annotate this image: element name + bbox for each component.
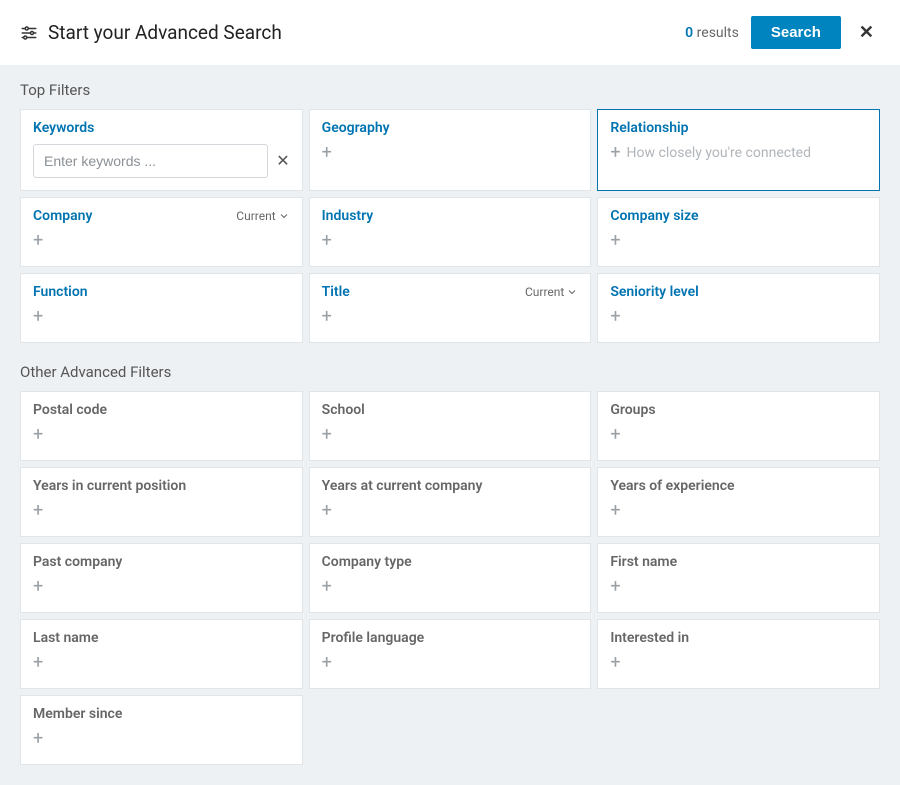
- plus-icon[interactable]: [33, 654, 43, 672]
- filter-label: Years of experience: [610, 478, 734, 494]
- plus-icon[interactable]: [610, 232, 620, 250]
- filter-first-name[interactable]: First name: [597, 543, 880, 613]
- filter-industry[interactable]: Industry: [309, 197, 592, 267]
- plus-icon[interactable]: [610, 578, 620, 596]
- filter-last-name[interactable]: Last name: [20, 619, 303, 689]
- close-icon[interactable]: ✕: [853, 18, 880, 47]
- filter-label: Years in current position: [33, 478, 186, 494]
- filter-years-experience[interactable]: Years of experience: [597, 467, 880, 537]
- filter-function[interactable]: Function: [20, 273, 303, 343]
- filter-label: Industry: [322, 208, 374, 224]
- plus-icon[interactable]: [33, 426, 43, 444]
- results-count: 0: [685, 25, 693, 41]
- filter-profile-language[interactable]: Profile language: [309, 619, 592, 689]
- plus-icon[interactable]: [33, 502, 43, 520]
- other-filters-grid: Postal code School Groups Years in curre…: [20, 391, 880, 765]
- filter-label: Function: [33, 284, 88, 300]
- filter-label: First name: [610, 554, 677, 570]
- filter-label: Company: [33, 208, 92, 224]
- filter-label: Last name: [33, 630, 99, 646]
- results-label: results: [697, 25, 739, 41]
- search-button[interactable]: Search: [751, 16, 841, 49]
- filter-title[interactable]: Title Current: [309, 273, 592, 343]
- scope-dropdown[interactable]: Current: [525, 285, 578, 299]
- plus-icon[interactable]: [322, 578, 332, 596]
- filter-label: Member since: [33, 706, 122, 722]
- filter-label: Profile language: [322, 630, 425, 646]
- plus-icon[interactable]: [322, 144, 332, 162]
- keywords-input[interactable]: [33, 144, 268, 178]
- filter-geography[interactable]: Geography: [309, 109, 592, 191]
- filter-years-position[interactable]: Years in current position: [20, 467, 303, 537]
- filter-keywords[interactable]: Keywords ✕: [20, 109, 303, 191]
- plus-icon[interactable]: [610, 426, 620, 444]
- plus-icon[interactable]: [33, 232, 43, 250]
- scope-dropdown[interactable]: Current: [236, 209, 289, 223]
- filter-years-company[interactable]: Years at current company: [309, 467, 592, 537]
- filter-label: Keywords: [33, 120, 94, 136]
- filter-postal-code[interactable]: Postal code: [20, 391, 303, 461]
- filter-label: Interested in: [610, 630, 689, 646]
- filter-label: Groups: [610, 402, 655, 418]
- filter-seniority[interactable]: Seniority level: [597, 273, 880, 343]
- filter-hint: How closely you're connected: [627, 145, 811, 161]
- plus-icon[interactable]: [610, 502, 620, 520]
- plus-icon[interactable]: [610, 654, 620, 672]
- header: Start your Advanced Search 0 results Sea…: [0, 0, 900, 65]
- chevron-down-icon: [278, 210, 290, 222]
- sliders-icon: [20, 24, 38, 42]
- plus-icon[interactable]: [322, 426, 332, 444]
- filter-company[interactable]: Company Current: [20, 197, 303, 267]
- page-title: Start your Advanced Search: [48, 21, 282, 44]
- plus-icon[interactable]: [322, 308, 332, 326]
- filter-label: Past company: [33, 554, 122, 570]
- results-text: 0 results: [685, 25, 739, 41]
- top-filters-grid: Keywords ✕ Geography Relationship How cl…: [20, 109, 880, 343]
- filter-label: Company type: [322, 554, 412, 570]
- filter-label: School: [322, 402, 365, 418]
- filter-company-size[interactable]: Company size: [597, 197, 880, 267]
- filter-label: Company size: [610, 208, 698, 224]
- plus-icon[interactable]: [33, 578, 43, 596]
- filter-label: Postal code: [33, 402, 107, 418]
- filter-label: Seniority level: [610, 284, 698, 300]
- scope-label: Current: [236, 209, 275, 223]
- plus-icon[interactable]: [322, 654, 332, 672]
- filters-area: Top Filters Keywords ✕ Geography Relatio…: [0, 65, 900, 785]
- filter-past-company[interactable]: Past company: [20, 543, 303, 613]
- plus-icon[interactable]: [610, 308, 620, 326]
- plus-icon[interactable]: [33, 308, 43, 326]
- filter-groups[interactable]: Groups: [597, 391, 880, 461]
- filter-label: Relationship: [610, 120, 688, 136]
- filter-label: Geography: [322, 120, 390, 136]
- filter-member-since[interactable]: Member since: [20, 695, 303, 765]
- chevron-down-icon: [566, 286, 578, 298]
- clear-keywords-icon[interactable]: ✕: [276, 151, 289, 171]
- plus-icon[interactable]: [33, 730, 43, 748]
- filter-relationship[interactable]: Relationship How closely you're connecte…: [597, 109, 880, 191]
- header-left: Start your Advanced Search: [20, 21, 673, 44]
- scope-label: Current: [525, 285, 564, 299]
- filter-company-type[interactable]: Company type: [309, 543, 592, 613]
- plus-icon[interactable]: [610, 144, 620, 162]
- filter-label: Title: [322, 284, 350, 300]
- top-filters-heading: Top Filters: [20, 81, 880, 99]
- plus-icon[interactable]: [322, 232, 332, 250]
- filter-label: Years at current company: [322, 478, 483, 494]
- plus-icon[interactable]: [322, 502, 332, 520]
- other-filters-heading: Other Advanced Filters: [20, 363, 880, 381]
- filter-school[interactable]: School: [309, 391, 592, 461]
- filter-interested-in[interactable]: Interested in: [597, 619, 880, 689]
